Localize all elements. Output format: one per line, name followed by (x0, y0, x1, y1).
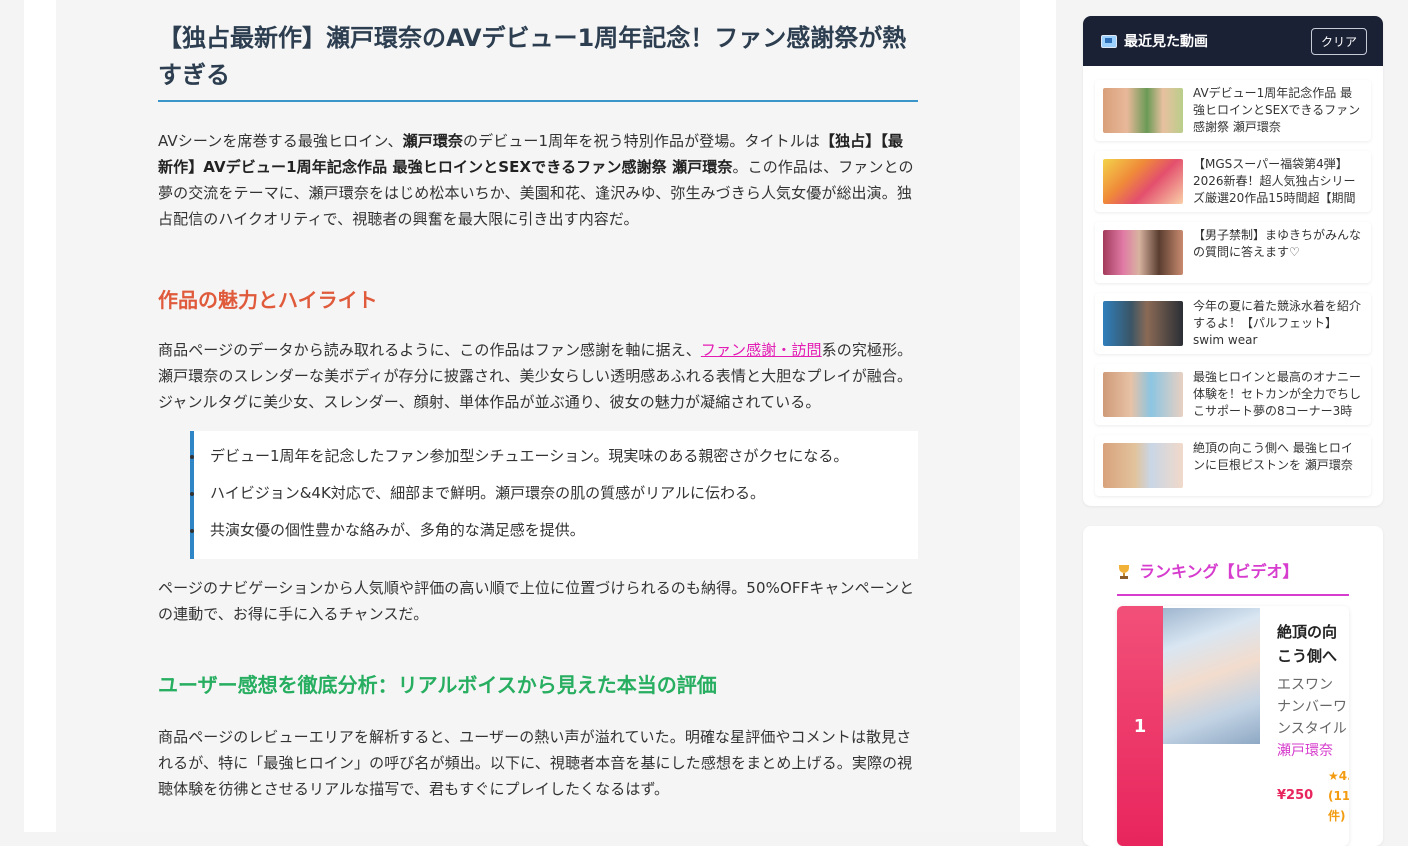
intro-text-2: のデビュー1周年を祝う特別作品が登場。タイトルは (463, 132, 820, 150)
article-title: 【独占最新作】瀬戸環奈のAVデビュー1周年記念！ファン感謝祭が熱すぎる (158, 20, 918, 102)
intro-text-1: AVシーンを席巻する最強ヒロイン、 (158, 132, 403, 150)
bullet-dot (190, 529, 194, 533)
ranking-title: ランキング【ビデオ】 (1139, 562, 1299, 581)
bullet-text: ハイビジョン&4K対応で、細部まで鮮明。瀬戸環奈の肌の質感がリアルに伝わる。 (210, 484, 766, 502)
bullet-item: ハイビジョン&4K対応で、細部まで鮮明。瀬戸環奈の肌の質感がリアルに伝わる。 (190, 482, 902, 505)
recent-video-item[interactable]: 最強ヒロインと最高のオナニー体験を！セトカンが全力でちしこサポート夢の8コーナー… (1095, 364, 1371, 425)
recently-viewed-header: 最近見た動画 クリア (1083, 16, 1383, 66)
recently-viewed-title-wrap: 最近見た動画 (1101, 31, 1208, 51)
article-area: 【独占最新作】瀬戸環奈のAVデビュー1周年記念！ファン感謝祭が熱すぎる AVシー… (56, 0, 1020, 832)
bullet-dot (190, 492, 194, 496)
recent-video-title: 絶頂の向こう側へ 最強ヒロインに巨根ピストンを 瀬戸環奈 (1193, 441, 1353, 472)
video-thumbnail (1103, 301, 1183, 346)
section-heading-reviews: ユーザー感想を徹底分析：リアルボイスから見えた本当の評価 (158, 673, 717, 697)
recent-video-title: 【MGSスーパー福袋第4弾】2026新春！超人気独占シリーズ厳選20作品15時間… (1193, 157, 1356, 205)
recent-video-title: AVデビュー1周年記念作品 最強ヒロインとSEXできるファン感謝祭 瀬戸環奈 (1193, 86, 1361, 134)
ranking-video-title[interactable]: 絶頂の向こう側へ 最... (1277, 620, 1349, 668)
tv-icon (1101, 34, 1117, 48)
intro-paragraph: AVシーンを席巻する最強ヒロイン、瀬戸環奈のデビュー1周年を祝う特別作品が登場。… (158, 128, 918, 232)
price: ¥250 (1277, 788, 1314, 803)
bullet-text: デビュー1周年を記念したファン参加型シチュエーション。現実味のある親密さがクセに… (210, 447, 849, 465)
highlights-text-1: 商品ページのデータから読み取れるように、この作品はファン感謝を軸に据え、 (158, 341, 701, 359)
bullet-item: デビュー1周年を記念したファン参加型シチュエーション。現実味のある親密さがクセに… (190, 445, 902, 468)
actress-link[interactable]: 瀬戸環奈 (1277, 743, 1333, 759)
highlight-bullet-list: デビュー1周年を記念したファン参加型シチュエーション。現実味のある親密さがクセに… (190, 431, 918, 559)
recent-video-title: 今年の夏に着た競泳水着を紹介するよ！【パルフェット】swim wear (1193, 299, 1362, 347)
recent-video-item[interactable]: 絶頂の向こう側へ 最強ヒロインに巨根ピストンを 瀬戸環奈 (1095, 435, 1371, 496)
article-body: 【独占最新作】瀬戸環奈のAVデビュー1周年記念！ファン感謝祭が熱すぎる AVシー… (158, 0, 918, 802)
recent-video-item[interactable]: 今年の夏に着た競泳水着を紹介するよ！【パルフェット】swim wear (1095, 293, 1371, 354)
recent-video-title: 【男子禁制】まゆきちがみんなの質問に答えます♡ (1193, 228, 1362, 259)
ranking-panel: ランキング【ビデオ】 1 絶頂の向こう側へ 最... エスワン ナンバーワンスタ… (1083, 526, 1383, 846)
recent-video-item[interactable]: AVデビュー1周年記念作品 最強ヒロインとSEXできるファン感謝祭 瀬戸環奈 (1095, 80, 1371, 141)
reviews-paragraph: 商品ページのレビューエリアを解析すると、ユーザーの熱い声が溢れていた。明確な星評… (158, 728, 913, 798)
rating: ★4. (118件) (1328, 766, 1349, 826)
recently-viewed-panel: 最近見た動画 クリア AVデビュー1周年記念作品 最強ヒロインとSEXできるファ… (1083, 16, 1383, 506)
recent-video-item[interactable]: 【男子禁制】まゆきちがみんなの質問に答えます♡ (1095, 222, 1371, 283)
maker-name: エスワン ナンバーワンスタイル (1277, 677, 1347, 737)
video-thumbnail (1103, 372, 1183, 417)
rating-stars: ★4. (1328, 769, 1349, 783)
recently-viewed-list: AVデビュー1周年記念作品 最強ヒロインとSEXできるファン感謝祭 瀬戸環奈 【… (1083, 66, 1383, 496)
rank-number: 1 (1117, 606, 1163, 846)
ranking-header: ランキング【ビデオ】 (1117, 562, 1349, 596)
intro-bold-1: 瀬戸環奈 (402, 132, 464, 150)
section-heading-highlights: 作品の魅力とハイライト (158, 288, 378, 312)
ranking-note-paragraph: ページのナビゲーションから人気順や評価の高い順で上位に位置づけられるのも納得。5… (158, 579, 915, 623)
fan-visit-genre-link[interactable]: ファン感謝・訪問 (701, 341, 822, 359)
highlights-paragraph: 商品ページのデータから読み取れるように、この作品はファン感謝を軸に据え、ファン感… (158, 337, 918, 415)
ranking-info: 絶頂の向こう側へ 最... エスワン ナンバーワンスタイル 瀬戸環奈 (1277, 620, 1349, 762)
ranking-maker: エスワン ナンバーワンスタイル 瀬戸環奈 (1277, 674, 1349, 762)
video-thumbnail (1103, 88, 1183, 133)
trophy-icon (1117, 565, 1131, 579)
recently-viewed-title: 最近見た動画 (1124, 34, 1208, 50)
video-thumbnail (1103, 230, 1183, 275)
bullet-item: 共演女優の個性豊かな絡みが、多角的な満足感を提供。 (190, 519, 902, 542)
ranking-item-card[interactable]: 1 絶頂の向こう側へ 最... エスワン ナンバーワンスタイル 瀬戸環奈 ★4.… (1117, 606, 1349, 846)
ranking-thumbnail[interactable] (1163, 608, 1260, 744)
recent-video-title: 最強ヒロインと最高のオナニー体験を！セトカンが全力でちしこサポート夢の8コーナー… (1193, 370, 1362, 418)
recent-video-item[interactable]: 【MGSスーパー福袋第4弾】2026新春！超人気独占シリーズ厳選20作品15時間… (1095, 151, 1371, 212)
video-thumbnail (1103, 159, 1183, 204)
clear-history-button[interactable]: クリア (1310, 27, 1367, 55)
bullet-dot (190, 455, 194, 459)
video-thumbnail (1103, 443, 1183, 488)
rating-count: (118件) (1328, 789, 1349, 823)
bullet-text: 共演女優の個性豊かな絡みが、多角的な満足感を提供。 (210, 521, 585, 539)
